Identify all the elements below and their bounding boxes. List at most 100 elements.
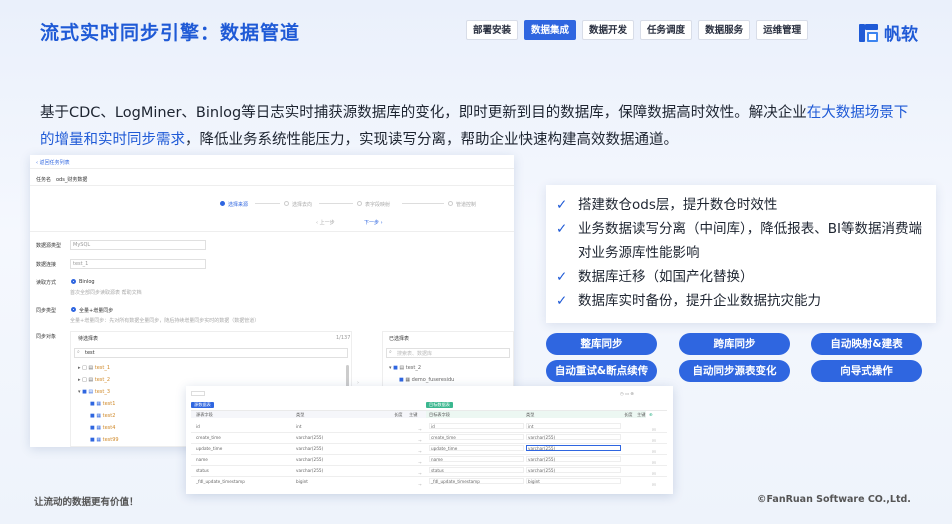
read-mode-value: Binlog [79,279,95,285]
src-col-length: 长度 [394,412,403,417]
tree-node-label: test_2 [94,377,111,383]
page-title: 流式实时同步引擎：数据管道 [40,22,301,44]
check-icon: ✓ [556,221,568,237]
read-mode-radio[interactable] [71,279,76,284]
src-field-type: varchar(255) [296,468,324,473]
feature-text: 搭建数仓ods层，提升数仓时效性 [578,197,778,213]
step-2-dot [284,201,289,206]
feature-item: ✓ 搭建数仓ods层，提升数仓时效性 [556,193,926,217]
mapping-toolbar-actions: ◷ ▭ ⊕ [620,391,634,396]
nav-tab-service[interactable]: 数据服务 [698,20,751,40]
back-to-list-link[interactable]: ‹ 返回任务列表 [36,159,70,166]
tree-node-label: test_1 [94,365,111,371]
left-panel-title: 待选择表 [78,336,99,342]
tgt-field-input[interactable] [429,423,524,429]
tgt-field-type: varchar(255) [528,457,556,462]
src-field-name: _fdl_update_timestamp [196,479,245,484]
prev-step-button[interactable]: ‹ 上一步 [316,219,335,226]
feature-item: ✓ 数据库实时备份，提升企业数据抗灾能力 [556,289,926,313]
nav-tab-ops[interactable]: 运维管理 [756,20,809,40]
footer-slogan: 让流动的数据更有价值！ [34,497,139,508]
db-type-value: MySQL [73,242,91,248]
step-4-dot [448,201,453,206]
tgt-type-input[interactable] [526,423,621,429]
fanruan-logo: 帆软 [858,20,918,45]
step-4-label: 管道控制 [456,202,477,208]
next-step-label: 下一步 [364,220,380,226]
row-delete-icons[interactable]: ⊟ ⊟ ⊟ ⊟ ⊟ ⊟ [652,424,656,490]
tree-node-test4[interactable]: ■ ▦ test4 [90,425,115,431]
feature-text: 业务数据读写分离（中间库），降低报表、BI等数据消费端对业务源库性能影响 [578,221,922,261]
step-2-label: 选择去向 [292,202,313,208]
src-field-name: id [196,424,200,429]
sync-type-hint: 全量+增量同步：先对所有数据全量同步，随后持续增量同步实时的数据（数据管道） [70,318,260,324]
next-step-button[interactable]: 下一步 › [364,219,383,226]
tree-node-test-3[interactable]: ▾ ■ ▤ test_3 [78,389,110,395]
search-icon: ⌕ [77,349,80,355]
feature-item: ✓ 业务数据读写分离（中间库），降低报表、BI等数据消费端对业务源库性能影响 [556,217,926,265]
tree-node-test-1[interactable]: ▸ □ ▤ test_1 [78,365,110,371]
tree-node-label: test2 [102,413,116,419]
feature-item: ✓ 数据库迁移（如国产化替换） [556,265,926,289]
check-icon: ✓ [556,269,568,285]
tgt-col-pk: 主键 [637,412,646,417]
selected-node-demo[interactable]: ■ ▦ demo_fuseresidu [399,377,454,383]
tree-node-label: test_3 [94,389,111,395]
desc-part-1: 基于CDC、LogMiner、Binlog等日志实时捕获源数据库的变化，即时更新… [40,105,807,121]
tgt-type-input[interactable] [526,478,621,484]
tgt-field-type: varchar(255) [528,435,556,440]
db-type-select[interactable] [70,240,206,250]
field-mapping-screenshot: ◷ ▭ ⊕ 源数据表 目标数据表 源表字段 类型 长度 主键 目标表字段 类型 … [186,386,673,494]
step-1-label: 选择来源 [228,202,249,208]
db-conn-select[interactable] [70,259,206,269]
table-search-input[interactable] [74,348,348,358]
tree-node-label: test4 [102,425,116,431]
add-field-icon[interactable]: ⊕ [649,412,653,417]
pill-auto-retry: 自动重试&断点续传 [546,360,657,382]
tree-node-test2[interactable]: ■ ▦ test2 [90,413,115,419]
tree-node-label: test99 [102,437,119,443]
desc-part-2: ，降低业务系统性能压力，实现读写分离，帮助企业快速构建高效数据通道。 [185,132,678,148]
description: 基于CDC、LogMiner、Binlog等日志实时捕获源数据库的变化，即时更新… [40,100,920,154]
src-field-type: varchar(255) [296,457,324,462]
sync-type-radio[interactable] [71,307,76,312]
nav-tab-development[interactable]: 数据开发 [582,20,635,40]
fanruan-logo-icon [859,23,878,42]
src-field-name: name [196,457,208,462]
tree-node-test-2[interactable]: ▸ □ ▤ test_2 [78,377,110,383]
feature-list: ✓ 搭建数仓ods层，提升数仓时效性 ✓ 业务数据读写分离（中间库），降低报表、BI… [546,185,936,323]
logo-text: 帆软 [884,25,918,45]
tgt-col-type: 类型 [526,412,535,417]
selected-count: 1/137 [336,335,351,341]
target-tab[interactable]: 目标数据表 [426,402,453,408]
tree-node-test99[interactable]: ■ ▦ test99 [90,437,119,443]
mapping-arrows: → → → → → → [418,427,422,487]
src-field-name: update_time [196,446,223,451]
src-field-type: bigint [296,479,308,484]
src-col-type: 类型 [296,412,305,417]
mapping-toolbar-input[interactable] [191,391,205,396]
source-tab[interactable]: 源数据表 [191,402,214,408]
src-field-name: create_time [196,435,221,440]
tgt-field-input[interactable] [429,456,524,462]
src-col-field: 源表字段 [196,412,213,417]
search-icon: ⌕ [389,349,392,355]
step-3-dot [357,201,362,206]
tgt-col-length: 长度 [624,412,633,417]
nav-tab-deploy[interactable]: 部署安装 [466,20,519,40]
table-row: id [196,424,200,429]
db-conn-value: test_1 [73,261,89,267]
selected-node-test-2[interactable]: ▾ ■ ▤ test_2 [389,365,421,371]
nav-tab-integration[interactable]: 数据集成 [524,20,577,40]
tree-node-test1[interactable]: ■ ▦ test1 [90,401,115,407]
footer-copyright: ©FanRuan Software CO.,Ltd. [757,494,911,505]
nav-tab-scheduling[interactable]: 任务调度 [640,20,693,40]
read-mode-label: 读取方式 [36,280,57,286]
pill-full-db-sync: 整库同步 [546,333,657,355]
step-1-dot [220,201,225,206]
src-field-type: varchar(255) [296,435,324,440]
tgt-col-field: 目标表字段 [429,412,450,417]
check-icon: ✓ [556,293,568,309]
src-field-name: status [196,468,209,473]
tgt-field-name: id [431,424,435,429]
